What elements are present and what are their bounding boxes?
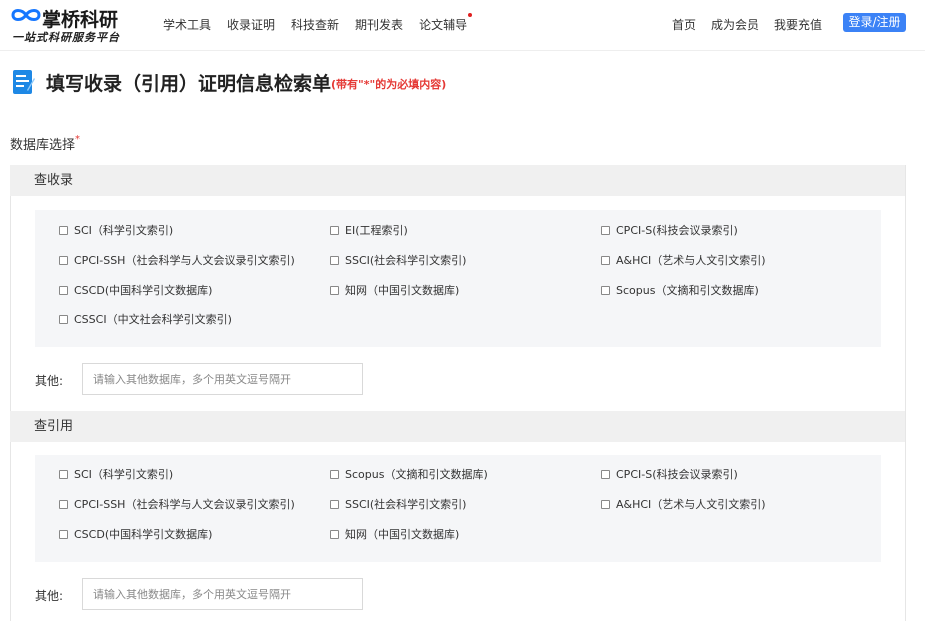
checkbox-option[interactable]: SCI（科学引文索引) <box>59 466 173 482</box>
option-label: CSCD(中国科学引文数据库) <box>74 528 213 541</box>
option-label: Scopus（文摘和引文数据库) <box>345 468 488 481</box>
right-nav: 首页 成为会员 我要充值 <box>657 16 822 33</box>
checkbox-option[interactable]: 知网（中国引文数据库) <box>330 282 459 298</box>
login-register-button[interactable]: 登录/注册 <box>843 13 906 32</box>
checkbox-option[interactable]: CPCI-S(科技会议录索引) <box>601 466 738 482</box>
page-title-row: 填写收录（引用）证明信息检索单 (带有"*"的为必填内容) <box>12 67 446 97</box>
nav-academic-tools[interactable]: 学术工具 <box>163 16 211 33</box>
other-db-label: 其他: <box>35 589 64 603</box>
other-db-input-citation[interactable] <box>82 578 363 610</box>
checkbox[interactable] <box>601 469 610 479</box>
option-label: 知网（中国引文数据库) <box>345 284 460 297</box>
form-document-icon <box>13 70 35 94</box>
form-border-left <box>10 442 11 621</box>
checkbox-option[interactable]: 知网（中国引文数据库) <box>330 526 459 542</box>
nav-home[interactable]: 首页 <box>672 16 696 33</box>
checkbox-option[interactable]: CSCD(中国科学引文数据库) <box>59 282 212 298</box>
other-db-label: 其他: <box>35 374 64 388</box>
other-db-input-inclusion[interactable] <box>82 363 363 395</box>
checkbox[interactable] <box>330 225 339 235</box>
section-header-citation: 查引用 <box>10 411 905 442</box>
option-label: EI(工程索引) <box>345 224 408 237</box>
nav-become-member[interactable]: 成为会员 <box>711 16 759 33</box>
inclusion-options-panel: SCI（科学引文索引) EI(工程索引) CPCI-S(科技会议录索引) CPC… <box>35 210 881 347</box>
option-label: CSSCI（中文社会科学引文索引) <box>74 313 232 326</box>
top-header: 掌桥科研 一站式科研服务平台 学术工具 收录证明 科技查新 期刊发表 论文辅导 … <box>0 0 925 51</box>
option-label: A&HCI（艺术与人文引文索引) <box>616 498 766 511</box>
nav-label: 科技查新 <box>291 18 340 32</box>
checkbox[interactable] <box>601 255 610 265</box>
checkbox[interactable] <box>59 285 68 295</box>
checkbox[interactable] <box>330 529 339 539</box>
checkbox-option[interactable]: EI(工程索引) <box>330 222 408 238</box>
checkbox-option[interactable]: CSSCI（中文社会科学引文索引) <box>59 311 232 327</box>
option-label: Scopus（文摘和引文数据库) <box>616 284 759 297</box>
checkbox-option[interactable]: SCI（科学引文索引) <box>59 222 173 238</box>
checkbox[interactable] <box>59 255 68 265</box>
brand-tagline: 一站式科研服务平台 <box>12 31 120 44</box>
required-hint: (带有"*"的为必填内容) <box>331 77 447 91</box>
database-select-label: 数据库选择* <box>10 134 80 153</box>
option-label: CPCI-S(科技会议录索引) <box>616 224 738 237</box>
page-title: 填写收录（引用）证明信息检索单 <box>46 72 332 95</box>
required-mark: * <box>75 134 81 145</box>
citation-options-panel: SCI（科学引文索引) Scopus（文摘和引文数据库) CPCI-S(科技会议… <box>35 455 881 562</box>
checkbox[interactable] <box>59 529 68 539</box>
checkbox-option[interactable]: CPCI-SSH（社会科学与人文会议录引文索引) <box>59 252 295 268</box>
nav-label: 学术工具 <box>163 18 212 32</box>
nav-label: 期刊发表 <box>355 18 404 32</box>
option-label: CSCD(中国科学引文数据库) <box>74 284 213 297</box>
nav-novelty-search[interactable]: 科技查新 <box>291 16 339 33</box>
option-label: 知网（中国引文数据库) <box>345 528 460 541</box>
checkbox[interactable] <box>59 499 68 509</box>
nav-label: 收录证明 <box>227 18 276 32</box>
checkbox[interactable] <box>601 225 610 235</box>
option-label: SSCI(社会科学引文索引) <box>345 254 467 267</box>
nav-label: 论文辅导 <box>419 18 468 32</box>
nav-paper-tutoring[interactable]: 论文辅导 <box>419 13 473 33</box>
form-border-right <box>905 165 906 621</box>
checkbox-option[interactable]: SSCI(社会科学引文索引) <box>330 496 466 512</box>
main-nav: 学术工具 收录证明 科技查新 期刊发表 论文辅导 <box>163 13 483 33</box>
checkbox[interactable] <box>330 255 339 265</box>
option-label: CPCI-S(科技会议录索引) <box>616 468 738 481</box>
option-label: SSCI(社会科学引文索引) <box>345 498 467 511</box>
checkbox[interactable] <box>330 469 339 479</box>
checkbox-option[interactable]: SSCI(社会科学引文索引) <box>330 252 466 268</box>
new-badge-dot <box>468 13 473 17</box>
checkbox-option[interactable]: A&HCI（艺术与人文引文索引) <box>601 252 766 268</box>
checkbox[interactable] <box>59 469 68 479</box>
option-label: SCI（科学引文索引) <box>74 224 174 237</box>
nav-recharge[interactable]: 我要充值 <box>774 16 822 33</box>
brand-logo[interactable]: 掌桥科研 一站式科研服务平台 <box>9 5 139 45</box>
checkbox-option[interactable]: CPCI-S(科技会议录索引) <box>601 222 738 238</box>
checkbox[interactable] <box>601 499 610 509</box>
brand-name: 掌桥科研 <box>42 9 119 31</box>
checkbox-option[interactable]: A&HCI（艺术与人文引文索引) <box>601 496 766 512</box>
label-text: 数据库选择 <box>10 138 76 153</box>
checkbox[interactable] <box>330 499 339 509</box>
checkbox-option[interactable]: Scopus（文摘和引文数据库) <box>330 466 488 482</box>
option-label: SCI（科学引文索引) <box>74 468 174 481</box>
checkbox[interactable] <box>601 285 610 295</box>
checkbox[interactable] <box>330 285 339 295</box>
checkbox[interactable] <box>59 314 68 324</box>
checkbox[interactable] <box>59 225 68 235</box>
option-label: A&HCI（艺术与人文引文索引) <box>616 254 766 267</box>
infinity-logo-icon <box>11 9 41 21</box>
checkbox-option[interactable]: CSCD(中国科学引文数据库) <box>59 526 212 542</box>
checkbox-option[interactable]: CPCI-SSH（社会科学与人文会议录引文索引) <box>59 496 295 512</box>
nav-inclusion-certificate[interactable]: 收录证明 <box>227 16 275 33</box>
section-header-inclusion: 查收录 <box>10 165 905 196</box>
checkbox-option[interactable]: Scopus（文摘和引文数据库) <box>601 282 759 298</box>
option-label: CPCI-SSH（社会科学与人文会议录引文索引) <box>74 254 295 267</box>
form-border-left <box>10 196 11 411</box>
option-label: CPCI-SSH（社会科学与人文会议录引文索引) <box>74 498 295 511</box>
nav-journal-publish[interactable]: 期刊发表 <box>355 16 403 33</box>
